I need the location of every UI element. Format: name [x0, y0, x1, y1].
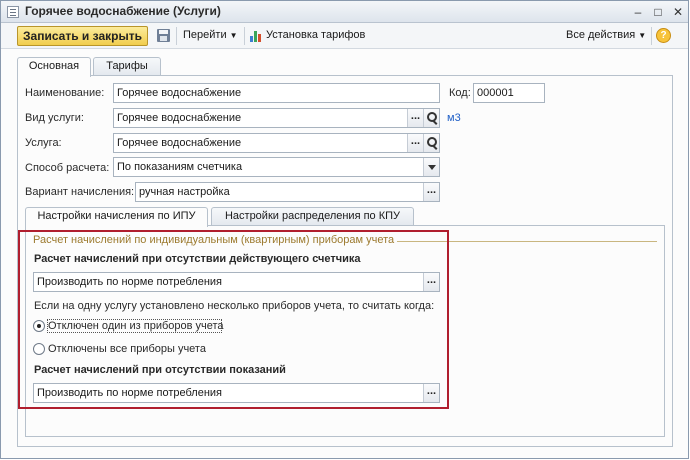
- chart-icon[interactable]: [250, 30, 264, 42]
- all-actions-label: Все действия: [566, 29, 636, 41]
- unit-link[interactable]: м3: [447, 112, 461, 124]
- accrual-variant-value: ручная настройка: [139, 186, 230, 198]
- ellipsis-icon[interactable]: ...: [407, 134, 423, 152]
- ellipsis-icon[interactable]: ...: [423, 273, 439, 291]
- radio-one-disconnected[interactable]: [33, 320, 45, 332]
- service-field[interactable]: Горячее водоснабжение ...: [113, 133, 440, 153]
- dropdown-icon[interactable]: [423, 158, 439, 176]
- service-value: Горячее водоснабжение: [117, 137, 242, 149]
- toolbar: Записать и закрыть Перейти ▼ Установка т…: [1, 23, 688, 49]
- radio-all-disconnected-label[interactable]: Отключены все приборы учета: [48, 343, 206, 355]
- code-input[interactable]: 000001: [473, 83, 545, 103]
- minimize-button[interactable]: –: [629, 4, 647, 20]
- chevron-down-icon: ▼: [229, 31, 238, 40]
- chevron-down-icon: ▼: [638, 31, 647, 40]
- calc-method-label: Способ расчета:: [25, 162, 110, 174]
- toolbar-separator: [176, 27, 177, 45]
- no-readings-value: Производить по норме потребления: [37, 387, 222, 399]
- goto-label: Перейти: [183, 29, 227, 41]
- help-icon[interactable]: ?: [656, 28, 671, 43]
- window-title: Горячее водоснабжение (Услуги): [25, 4, 221, 18]
- no-readings-field[interactable]: Производить по норме потребления ...: [33, 383, 440, 403]
- tab-kpu-settings[interactable]: Настройки распределения по КПУ: [211, 207, 414, 225]
- ellipsis-icon[interactable]: ...: [423, 384, 439, 402]
- maximize-button[interactable]: □: [649, 4, 667, 20]
- no-meter-field[interactable]: Производить по норме потребления ...: [33, 272, 440, 292]
- all-actions-menu[interactable]: Все действия ▼: [566, 29, 646, 41]
- title-bar[interactable]: Горячее водоснабжение (Услуги) – □ ✕: [1, 1, 688, 23]
- no-meter-title: Расчет начислений при отсутствии действу…: [34, 253, 361, 265]
- search-icon[interactable]: [423, 134, 439, 152]
- service-form-window: Горячее водоснабжение (Услуги) – □ ✕ Зап…: [0, 0, 689, 459]
- toolbar-separator: [244, 27, 245, 45]
- ipu-group-title: Расчет начислений по индивидуальным (ква…: [33, 234, 398, 246]
- no-readings-title: Расчет начислений при отсутствии показан…: [34, 364, 286, 376]
- form-icon: [7, 6, 19, 18]
- no-meter-value: Производить по норме потребления: [37, 276, 222, 288]
- save-icon[interactable]: [157, 29, 170, 42]
- search-icon[interactable]: [423, 109, 439, 127]
- calc-method-value: По показаниям счетчика: [117, 161, 243, 173]
- service-type-value: Горячее водоснабжение: [117, 112, 242, 124]
- close-button[interactable]: ✕: [669, 4, 687, 20]
- name-label: Наименование:: [25, 87, 105, 99]
- tab-main[interactable]: Основная: [17, 57, 91, 77]
- name-input[interactable]: Горячее водоснабжение: [113, 83, 440, 103]
- code-label: Код:: [449, 87, 471, 99]
- toolbar-separator: [651, 27, 652, 45]
- radio-all-disconnected[interactable]: [33, 343, 45, 355]
- accrual-variant-field[interactable]: ручная настройка ...: [135, 182, 440, 202]
- save-and-close-button[interactable]: Записать и закрыть: [17, 26, 148, 46]
- ellipsis-icon[interactable]: ...: [423, 183, 439, 201]
- calc-method-select[interactable]: По показаниям счетчика: [113, 157, 440, 177]
- ellipsis-icon[interactable]: ...: [407, 109, 423, 127]
- tab-tariffs[interactable]: Тарифы: [93, 57, 161, 75]
- multi-meter-text: Если на одну услугу установлено нескольк…: [34, 300, 435, 312]
- tab-ipu-settings[interactable]: Настройки начисления по ИПУ: [25, 207, 208, 227]
- accrual-variant-label: Вариант начисления:: [25, 186, 135, 198]
- service-type-label: Вид услуги:: [25, 112, 84, 124]
- goto-menu[interactable]: Перейти ▼: [183, 29, 238, 41]
- service-type-field[interactable]: Горячее водоснабжение ...: [113, 108, 440, 128]
- service-label: Услуга:: [25, 137, 62, 149]
- set-tariffs-button[interactable]: Установка тарифов: [266, 29, 365, 41]
- radio-one-disconnected-label[interactable]: Отключен один из приборов учета: [48, 320, 224, 332]
